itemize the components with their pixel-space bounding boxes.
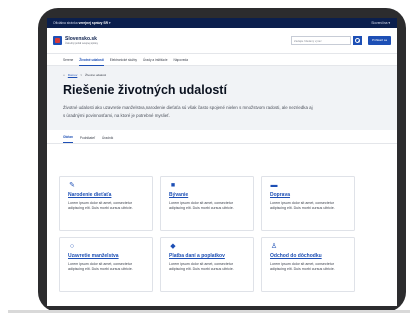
breadcrumb-separator: > xyxy=(80,73,83,77)
life-event-cards: ✎ Narodenie dieťaťa Lorem ipsum dolor si… xyxy=(59,176,356,292)
search-icon[interactable] xyxy=(353,36,363,45)
tab-official[interactable]: Úradník xyxy=(102,136,113,143)
rings-icon: ○ xyxy=(69,243,75,250)
screen: Oficiálna stránka verejnej správy SR ▾ S… xyxy=(47,18,397,306)
language-switch[interactable]: Slovenčina ▾ xyxy=(371,21,390,25)
breadcrumb: ⌂ Domov > Životné udalosti xyxy=(63,73,381,77)
card-retirement[interactable]: ♙ Odchod do dôchodku Lorem ipsum dolor s… xyxy=(261,237,355,292)
tab-entrepreneur[interactable]: Podnikateľ xyxy=(80,136,95,143)
card-description: Lorem ipsum dolor sit amet, consectetur … xyxy=(68,201,133,210)
main-nav: Serene Životné udalosti Elektronické slu… xyxy=(47,54,397,66)
bag-icon: ■ xyxy=(170,182,176,189)
search-input[interactable]: Zadajte hľadaný výraz xyxy=(291,36,352,45)
logo-icon[interactable] xyxy=(53,36,62,45)
card-title[interactable]: Uzavretie manželstva xyxy=(68,253,144,259)
audience-tabs: Občan Podnikateľ Úradník xyxy=(47,130,397,144)
login-button[interactable]: Prihlásiť sa xyxy=(368,36,391,45)
card-title[interactable]: Narodenie dieťaťa xyxy=(68,192,144,198)
nav-item-help[interactable]: Nápoveda xyxy=(173,54,188,66)
card-housing[interactable]: ■ Bývanie Lorem ipsum dolor sit amet, co… xyxy=(160,176,254,231)
tab-citizen[interactable]: Občan xyxy=(63,135,73,143)
hero: ⌂ Domov > Životné udalosti Riešenie živo… xyxy=(47,66,397,130)
card-title[interactable]: Odchod do dôchodku xyxy=(270,253,346,259)
page-title: Riešenie životných udalostí xyxy=(63,83,227,97)
wallet-icon: ◆ xyxy=(170,243,176,250)
nav-item-offices[interactable]: Úrady a inštitúcie xyxy=(143,54,167,66)
baby-icon: ✎ xyxy=(69,182,75,189)
top-header: Slovensko.sk Ústredný portál verejnej sp… xyxy=(47,28,397,54)
gov-bar-text: Oficiálna stránka verejnej správy SR ▾ xyxy=(53,21,111,25)
person-icon: ♙ xyxy=(270,243,278,250)
breadcrumb-current: Životné udalosti xyxy=(85,73,107,77)
card-description: Lorem ipsum dolor sit amet, consectetur … xyxy=(270,201,335,210)
card-title[interactable]: Platba daní a poplatkov xyxy=(169,253,245,259)
logo-sub: Ústredný portál verejnej správy xyxy=(65,42,98,45)
card-transport[interactable]: ▬ Doprava Lorem ipsum dolor sit amet, co… xyxy=(261,176,355,231)
card-description: Lorem ipsum dolor sit amet, consectetur … xyxy=(270,262,335,271)
card-taxes[interactable]: ◆ Platba daní a poplatkov Lorem ipsum do… xyxy=(160,237,254,292)
car-icon: ▬ xyxy=(270,182,278,189)
gov-bar: Oficiálna stránka verejnej správy SR ▾ S… xyxy=(47,18,397,28)
nav-item-e-services[interactable]: Elektronické služby xyxy=(110,54,137,66)
home-icon: ⌂ xyxy=(63,73,65,77)
nav-item-home[interactable]: Serene xyxy=(63,54,73,66)
nav-item-life-events[interactable]: Životné udalosti xyxy=(79,54,104,66)
card-birth[interactable]: ✎ Narodenie dieťaťa Lorem ipsum dolor si… xyxy=(59,176,153,231)
card-description: Lorem ipsum dolor sit amet, consectetur … xyxy=(169,262,234,271)
breadcrumb-home[interactable]: Domov xyxy=(68,73,78,77)
card-marriage[interactable]: ○ Uzavretie manželstva Lorem ipsum dolor… xyxy=(59,237,153,292)
logo[interactable]: Slovensko.sk Ústredný portál verejnej sp… xyxy=(65,36,98,45)
card-description: Lorem ipsum dolor sit amet, consectetur … xyxy=(68,262,133,271)
card-description: Lorem ipsum dolor sit amet, consectetur … xyxy=(169,201,234,210)
card-title[interactable]: Doprava xyxy=(270,192,346,198)
intro-text: Životné udalosti ako uzavretie manželstv… xyxy=(63,105,313,118)
card-title[interactable]: Bývanie xyxy=(169,192,245,198)
